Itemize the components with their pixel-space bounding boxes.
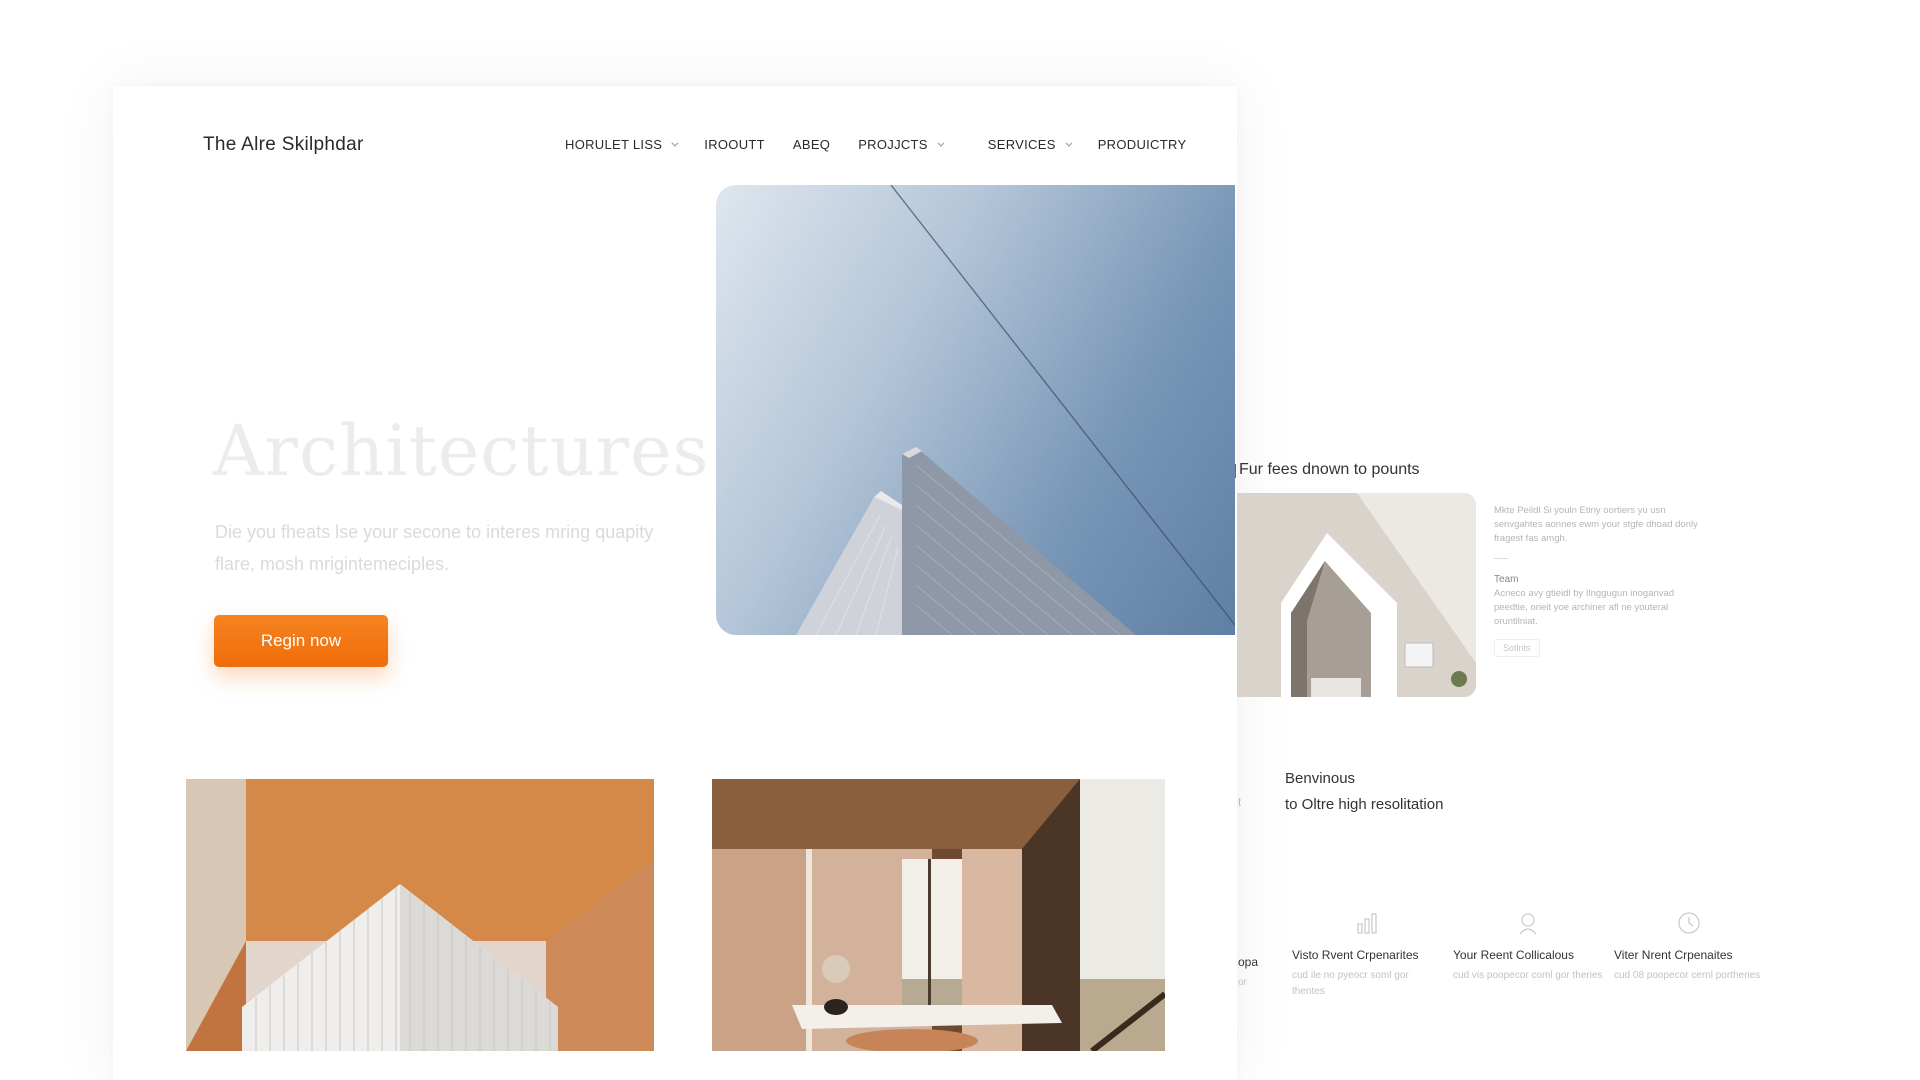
nav-item-label: PROJJCTS: [858, 137, 928, 152]
chevron-down-icon: [671, 139, 679, 147]
nav-item-abeq[interactable]: ABEQ: [793, 137, 830, 152]
feature-partial-name: opa: [1238, 955, 1259, 969]
feature-partial-desc: or: [1238, 977, 1247, 988]
hero-building-image: [716, 185, 1235, 635]
attic-interior-image: [1237, 493, 1476, 697]
benvinous-tick: t: [1238, 795, 1242, 809]
nav-item-label: IROOUTT: [704, 137, 765, 152]
benvinous-title: Benvinous: [1285, 770, 1356, 787]
bar-chart-icon: [1357, 913, 1377, 934]
feature-item-1[interactable]: Visto Rvent Crpenarites cud ile no pyeoc…: [1292, 910, 1442, 1000]
interior-image-window: [712, 779, 1165, 1051]
feature-text-block: Mkte Peildl Si youln Etiny oortiers yu u…: [1494, 504, 1704, 657]
cta-button[interactable]: Regin now: [214, 615, 388, 667]
nav-item-label: PRODUICTRY: [1097, 137, 1187, 152]
nav-item-projects[interactable]: PROJJCTS: [858, 137, 945, 152]
person-icon: [1519, 913, 1537, 935]
chevron-down-icon: [937, 139, 945, 147]
feature-name: Your Reent Collicalous: [1453, 948, 1574, 962]
benvinous-block: Benvinous to Oltre high resolitation: [1285, 766, 1443, 818]
feature-title: Fur fees dnown to pounts: [1235, 461, 1420, 478]
team-heading: Team: [1494, 574, 1519, 585]
feature-desc: cud ile no pyeocr soml gor thentes: [1292, 970, 1409, 997]
divider: [1494, 558, 1508, 559]
feature-item-2[interactable]: Your Reent Collicalous cud vis poopecor …: [1453, 910, 1603, 984]
feature-item-3[interactable]: Viter Nrent Crpenaites cud 08 poopecor c…: [1614, 910, 1764, 984]
nav-item-iroouTT[interactable]: IROOUTT: [704, 137, 765, 152]
feature-desc: cud 08 poopecor cernl portheries: [1614, 970, 1761, 981]
hero-title: Architectures: [213, 410, 710, 492]
feature-paragraph: Mkte Peildl Si youln Etiny oortiers yu u…: [1494, 505, 1698, 544]
feature-name: Visto Rvent Crpenarites: [1292, 948, 1419, 962]
team-paragraph: Acneco avy gtieidl by Ilnggugun inoganva…: [1494, 588, 1675, 627]
hero-description: Die you fheats lse your secone to intere…: [215, 522, 654, 574]
nav-item-produictry[interactable]: PRODUICTRY: [1098, 137, 1187, 152]
nav-item-services[interactable]: SERVICES: [987, 137, 1073, 152]
benvinous-subtitle: to Oltre high resolitation: [1285, 796, 1444, 813]
feature-mini-button[interactable]: Sotlnts: [1494, 639, 1540, 657]
nav-item-label: SERVICES: [987, 137, 1056, 152]
feature-name: Viter Nrent Crpenaites: [1614, 948, 1733, 962]
nav-item-horulet-liss[interactable]: HORULET LISS: [565, 137, 679, 152]
feature-desc: cud vis poopecor coml gor theries: [1453, 970, 1603, 981]
nav-item-label: HORULET LISS: [565, 137, 663, 152]
nav-item-label: ABEQ: [792, 137, 831, 152]
main-nav: HORULET LISS IROOUTT ABEQ PROJJCTS SERVI…: [565, 137, 1214, 152]
chevron-down-icon: [1065, 139, 1073, 147]
site-logo[interactable]: The Alre Skilphdar: [203, 134, 364, 156]
interior-image-orange: [186, 779, 654, 1051]
clock-icon: [1678, 912, 1700, 934]
